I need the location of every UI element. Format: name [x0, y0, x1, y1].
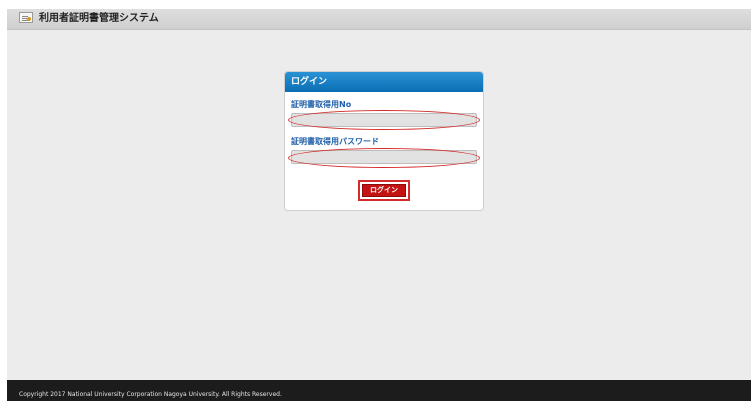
- app-title: 利用者証明書管理システム: [39, 13, 159, 24]
- certificate-password-input[interactable]: [291, 150, 477, 164]
- certificate-no-label: 証明書取得用No: [291, 100, 352, 109]
- login-button-highlight: ログイン: [358, 180, 410, 201]
- app-window: 利用者証明書管理システム ログイン 証明書取得用No 証明書取得用パスワード ロ…: [7, 9, 751, 401]
- login-panel: ログイン 証明書取得用No 証明書取得用パスワード ログイン: [284, 71, 484, 211]
- app-header: 利用者証明書管理システム: [7, 9, 751, 30]
- certificate-no-input[interactable]: [291, 113, 477, 127]
- certificate-icon: [19, 12, 33, 23]
- login-panel-title: ログイン: [285, 72, 483, 92]
- certificate-password-label: 証明書取得用パスワード: [291, 137, 379, 146]
- login-button[interactable]: ログイン: [362, 184, 406, 197]
- footer: Copyright 2017 National University Corpo…: [7, 380, 751, 401]
- copyright-text: Copyright 2017 National University Corpo…: [19, 391, 282, 398]
